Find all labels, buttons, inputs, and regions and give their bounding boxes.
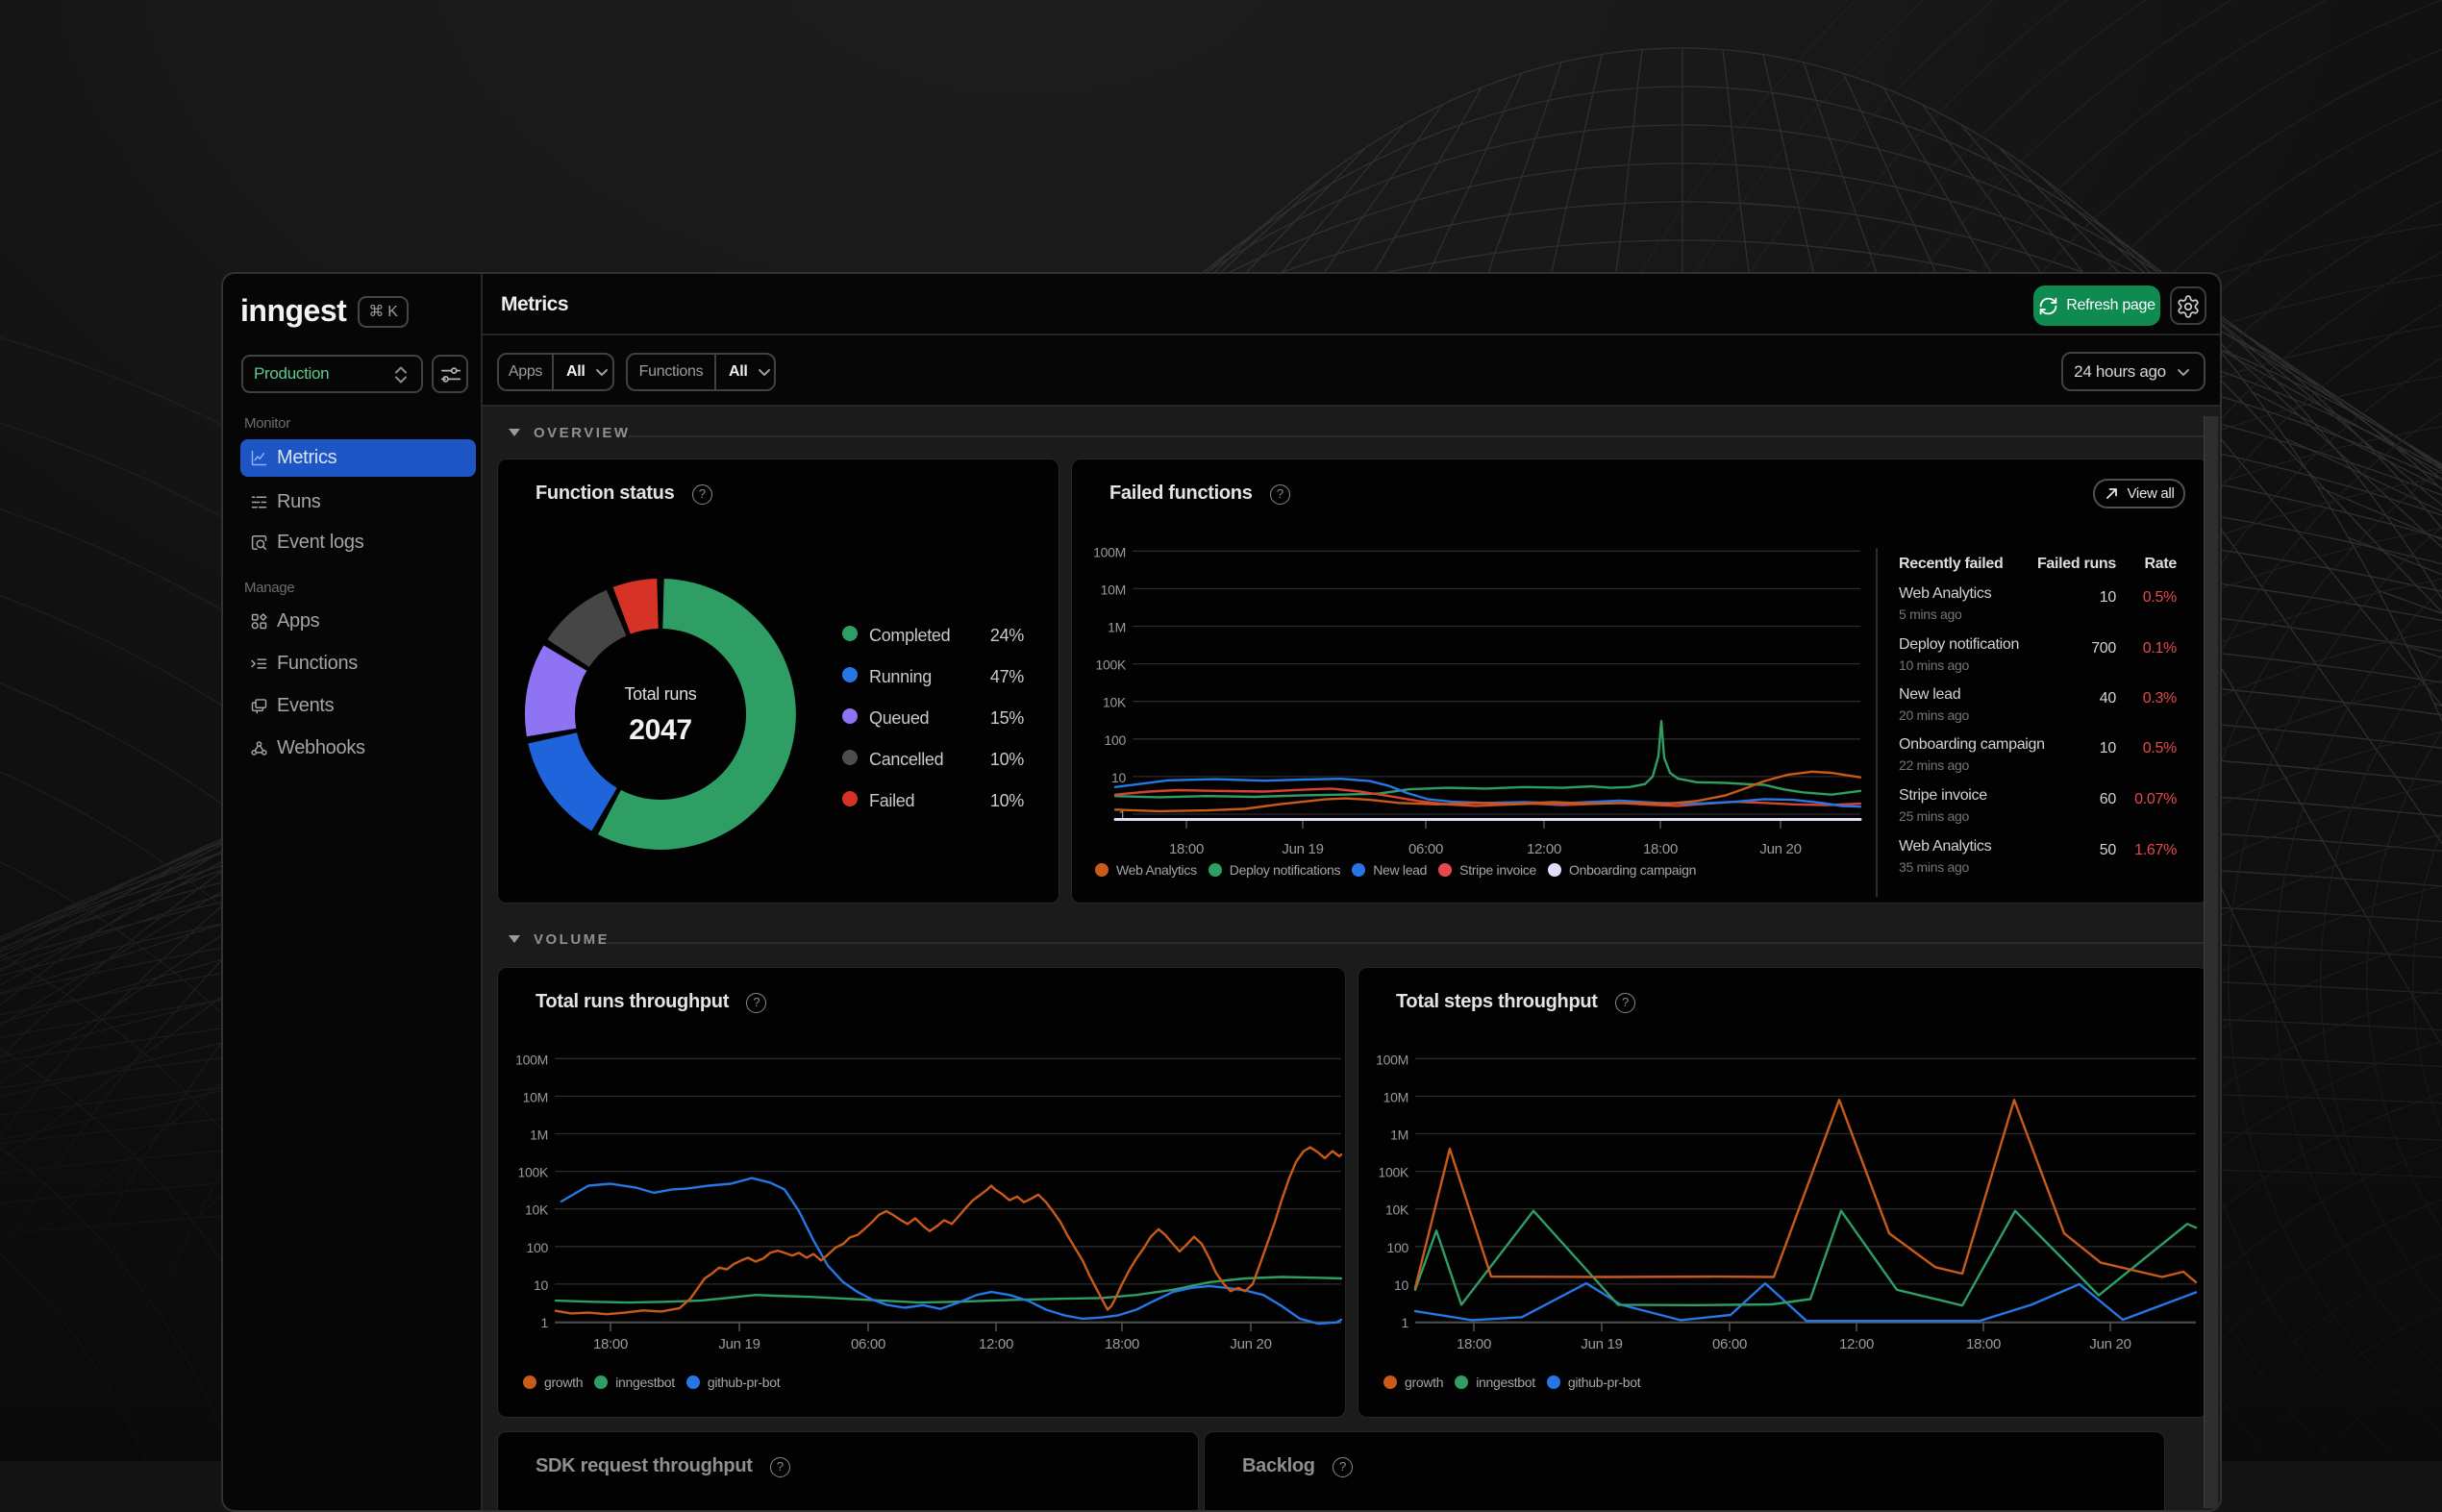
svg-text:Queued: Queued bbox=[869, 708, 929, 728]
svg-text:06:00: 06:00 bbox=[1712, 1336, 1747, 1352]
svg-text:100: 100 bbox=[1387, 1240, 1409, 1255]
svg-text:1M: 1M bbox=[530, 1128, 548, 1143]
svg-text:10K: 10K bbox=[525, 1202, 549, 1218]
svg-text:18:00: 18:00 bbox=[1169, 841, 1204, 857]
svg-text:15%: 15% bbox=[990, 708, 1024, 728]
svg-text:10K: 10K bbox=[1385, 1202, 1409, 1218]
svg-text:10%: 10% bbox=[990, 750, 1024, 769]
svg-text:10: 10 bbox=[1394, 1277, 1408, 1293]
svg-text:Running: Running bbox=[869, 667, 932, 686]
svg-text:Total runs: Total runs bbox=[624, 684, 696, 704]
svg-text:1M: 1M bbox=[1108, 620, 1126, 635]
svg-text:47%: 47% bbox=[990, 667, 1024, 686]
svg-text:12:00: 12:00 bbox=[979, 1336, 1013, 1352]
svg-text:18:00: 18:00 bbox=[1643, 841, 1678, 857]
svg-text:1M: 1M bbox=[1390, 1128, 1408, 1143]
svg-text:10M: 10M bbox=[523, 1089, 548, 1104]
svg-text:100K: 100K bbox=[1379, 1165, 1409, 1180]
svg-text:10%: 10% bbox=[990, 791, 1024, 810]
svg-text:1: 1 bbox=[541, 1315, 549, 1330]
svg-text:1: 1 bbox=[1402, 1315, 1409, 1330]
svg-text:100M: 100M bbox=[1093, 544, 1126, 559]
svg-text:06:00: 06:00 bbox=[851, 1336, 885, 1352]
svg-text:10: 10 bbox=[534, 1277, 548, 1293]
svg-text:Failed: Failed bbox=[869, 791, 914, 810]
svg-text:Jun 20: Jun 20 bbox=[1230, 1336, 1271, 1352]
svg-text:100K: 100K bbox=[1096, 657, 1127, 673]
svg-text:Completed: Completed bbox=[869, 626, 950, 645]
svg-text:12:00: 12:00 bbox=[1839, 1336, 1874, 1352]
svg-text:Jun 19: Jun 19 bbox=[1581, 1336, 1622, 1352]
svg-text:18:00: 18:00 bbox=[1105, 1336, 1139, 1352]
svg-text:10M: 10M bbox=[1383, 1089, 1408, 1104]
svg-text:06:00: 06:00 bbox=[1408, 841, 1443, 857]
svg-text:100: 100 bbox=[527, 1240, 549, 1255]
svg-text:10K: 10K bbox=[1103, 695, 1127, 710]
svg-text:Jun 20: Jun 20 bbox=[1759, 841, 1801, 857]
svg-text:10M: 10M bbox=[1101, 582, 1126, 597]
svg-text:100: 100 bbox=[1105, 732, 1127, 748]
svg-text:24%: 24% bbox=[990, 626, 1024, 645]
svg-text:18:00: 18:00 bbox=[1966, 1336, 2001, 1352]
svg-text:18:00: 18:00 bbox=[1457, 1336, 1491, 1352]
svg-text:18:00: 18:00 bbox=[593, 1336, 628, 1352]
svg-text:12:00: 12:00 bbox=[1527, 841, 1561, 857]
svg-text:100K: 100K bbox=[518, 1165, 549, 1180]
svg-text:2047: 2047 bbox=[629, 714, 692, 746]
svg-text:Jun 19: Jun 19 bbox=[718, 1336, 760, 1352]
svg-text:100M: 100M bbox=[515, 1052, 548, 1067]
svg-text:10: 10 bbox=[1111, 770, 1126, 785]
svg-text:100M: 100M bbox=[1376, 1052, 1408, 1067]
svg-text:Cancelled: Cancelled bbox=[869, 750, 943, 769]
svg-text:Jun 20: Jun 20 bbox=[2089, 1336, 2131, 1352]
svg-text:Jun 19: Jun 19 bbox=[1282, 841, 1323, 857]
